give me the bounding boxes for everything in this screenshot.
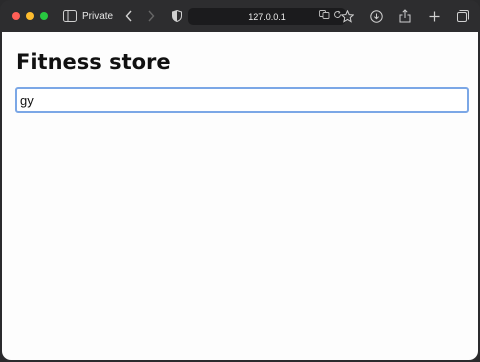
page-content: Fitness store xyxy=(2,32,478,360)
tab-overview-icon[interactable] xyxy=(456,8,470,24)
translate-icon[interactable] xyxy=(319,10,330,21)
private-label: Private xyxy=(82,10,114,22)
shield-icon[interactable] xyxy=(171,10,183,22)
minimize-window-button[interactable] xyxy=(26,12,34,20)
download-icon[interactable] xyxy=(369,8,383,24)
close-window-button[interactable] xyxy=(12,12,20,20)
chevron-right-icon[interactable] xyxy=(145,10,157,22)
chevron-left-icon[interactable] xyxy=(123,10,135,22)
sidebar-icon[interactable] xyxy=(62,8,78,24)
address-text: 127.0.0.1 xyxy=(248,11,286,22)
page-title: Fitness store xyxy=(16,50,171,74)
browser-window: Private 127.0.0.1 Fitness store gy xyxy=(0,0,480,362)
window-controls xyxy=(12,12,48,20)
zoom-window-button[interactable] xyxy=(40,12,48,20)
star-icon[interactable] xyxy=(340,8,354,24)
share-icon[interactable] xyxy=(398,8,412,24)
toolbar-actions xyxy=(340,8,470,24)
plus-icon[interactable] xyxy=(427,8,441,24)
search-input[interactable] xyxy=(15,87,469,113)
address-bar[interactable]: 127.0.0.1 xyxy=(188,8,346,25)
